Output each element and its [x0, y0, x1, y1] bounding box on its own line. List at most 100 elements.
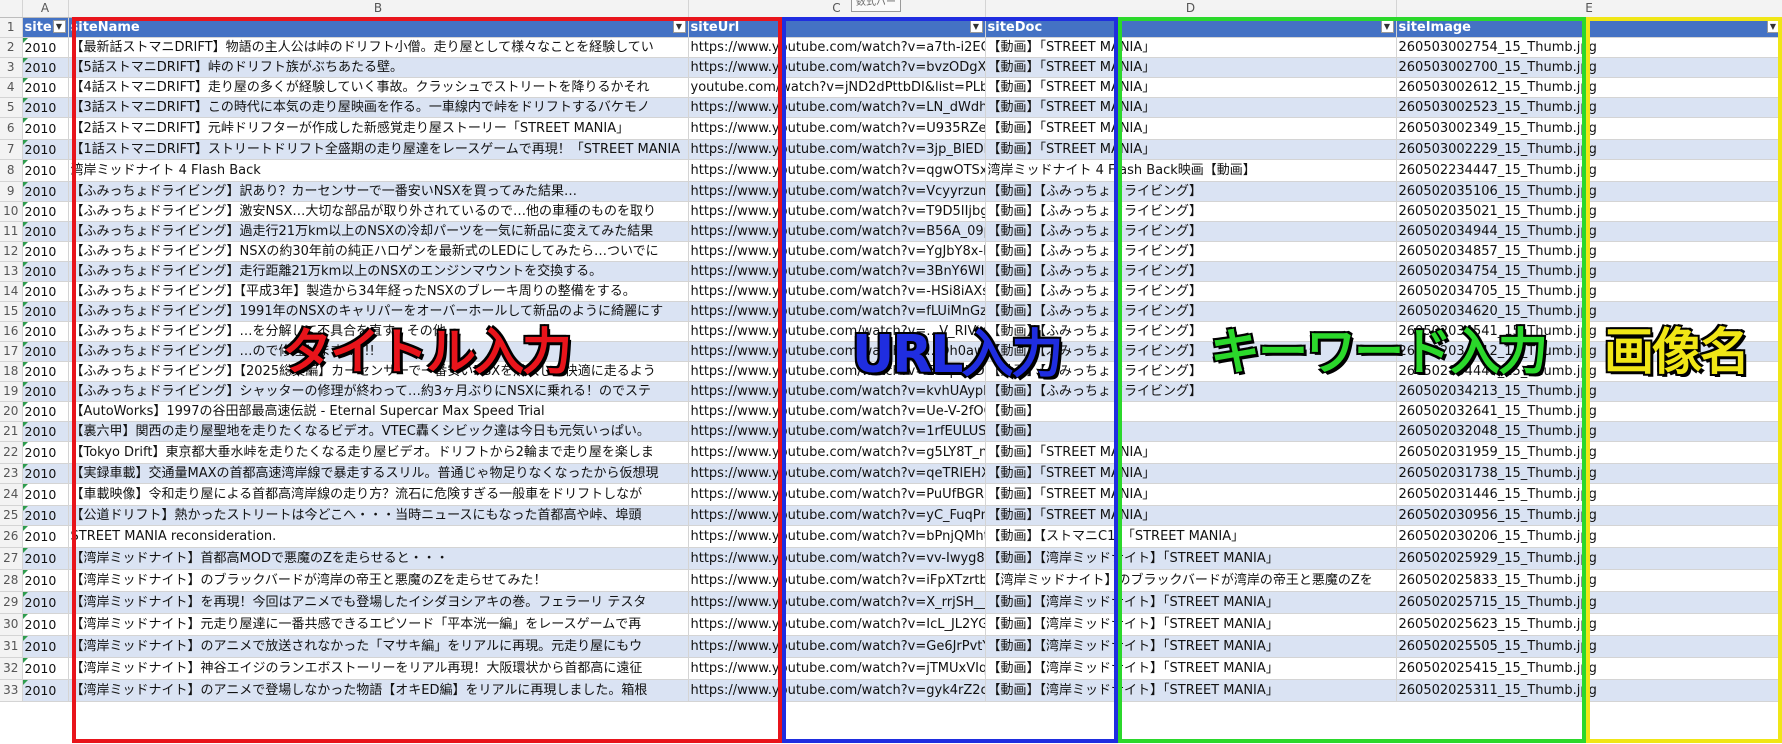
filter-dropdown-icon[interactable]: ▼ — [52, 20, 66, 33]
cell-siteUrl[interactable]: https://www.youtube.com/watch?v=3BnY6WlI… — [688, 261, 986, 282]
cell-siteDoc[interactable]: 【動画】【湾岸ミッドナイト】「STREET MANIA」 — [985, 679, 1397, 702]
cell-siteUrl[interactable]: https://www.youtube.com/watch?v=Ge6JrPvt… — [688, 635, 986, 658]
cell-siteUrl[interactable]: https://www.youtube.com/watch?v=qeTRlEHX… — [688, 463, 986, 484]
cell-siteName[interactable]: 【ふみっちょドライビング】…ので修理します!!!!!! — [68, 341, 689, 362]
cell-siteImage[interactable]: 260502032641_15_Thumb.jpg — [1396, 401, 1782, 422]
cell-siteUrl[interactable]: https://www.youtube.com/watch?v=Ue-V-2fO… — [688, 401, 986, 422]
cell-siteImage[interactable]: 260503002612_15_Thumb.jpg — [1396, 77, 1782, 98]
cell-siteUrl[interactable]: https://www.youtube.com/watch?v=Vcyyrzun… — [688, 181, 986, 202]
cell-siteN[interactable]: 2010 — [22, 181, 69, 202]
cell-siteImage[interactable]: 260502030956_15_Thumb.jpg — [1396, 505, 1782, 526]
cell-siteImage[interactable]: 260502025505_15_Thumb.jpg — [1396, 635, 1782, 658]
cell-siteDoc[interactable]: 【動画】「STREET MANIA」 — [985, 505, 1397, 526]
row-number[interactable]: 15 — [0, 301, 23, 322]
cell-siteN[interactable]: 2010 — [22, 201, 69, 222]
row-number[interactable]: 21 — [0, 421, 23, 442]
cell-siteImage[interactable]: 260502025833_15_Thumb.jpg — [1396, 569, 1782, 592]
cell-siteImage[interactable]: 260502234447_15_Thumb.jpg — [1396, 159, 1782, 182]
cell-siteName[interactable]: 【Tokyo Drift】東京都大垂水峠を走りたくなる走り屋ビデオ。ドリフトから… — [68, 441, 689, 464]
cell-siteImage[interactable]: 260502034857_15_Thumb.jpg — [1396, 241, 1782, 262]
cell-siteUrl[interactable]: https://www.youtube.com/watch?v=IcL_JL2Y… — [688, 613, 986, 636]
cell-siteName[interactable]: 【湾岸ミッドナイト】のブラックバードが湾岸の帝王と悪魔のZを走らせてみた！ — [68, 569, 689, 592]
row-number[interactable]: 3 — [0, 57, 23, 78]
row-number[interactable]: 16 — [0, 321, 23, 342]
cell-siteImage[interactable]: 260502034512_15_Thumb.jpg — [1396, 341, 1782, 362]
row-number[interactable]: 6 — [0, 117, 23, 140]
cell-siteN[interactable]: 2010 — [22, 381, 69, 402]
header-siteName[interactable]: siteName ▼ — [68, 17, 689, 38]
cell-siteN[interactable]: 2010 — [22, 657, 69, 680]
row-number[interactable]: 11 — [0, 221, 23, 242]
cell-siteN[interactable]: 2010 — [22, 77, 69, 98]
cell-siteN[interactable]: 2010 — [22, 361, 69, 382]
cell-siteDoc[interactable]: 【動画】【ふみっちょドライビング】 — [985, 221, 1397, 242]
cell-siteDoc[interactable]: 【動画】【湾岸ミッドナイト】「STREET MANIA」 — [985, 591, 1397, 614]
cell-siteUrl[interactable]: https://www.youtube.com/watch?v=1rfEULUS… — [688, 421, 986, 442]
cell-siteDoc[interactable]: 【動画】「STREET MANIA」 — [985, 441, 1397, 464]
column-letter-a[interactable]: A — [22, 0, 69, 18]
cell-siteUrl[interactable]: https://www.youtube.com/watch?v=iFpXTzrt… — [688, 569, 986, 592]
cell-siteN[interactable]: 2010 — [22, 401, 69, 422]
cell-siteName[interactable]: 【4話ストマニDRIFT】走り屋の多くが経験していく事故。クラッシュでストリート… — [68, 77, 689, 98]
cell-siteName[interactable]: 【ふみっちょドライビング】激安NSX…大切な部品が取り外されているので…他の車種… — [68, 201, 689, 222]
cell-siteImage[interactable]: 260502031738_15_Thumb.jpg — [1396, 463, 1782, 484]
cell-siteName[interactable]: 【裏六甲】関西の走り屋聖地を走りたくなるビデオ。VTEC轟くシビック達は今日も元… — [68, 421, 689, 442]
row-number[interactable]: 7 — [0, 139, 23, 160]
cell-siteN[interactable]: 2010 — [22, 37, 69, 58]
cell-siteName[interactable]: 【ふみっちょドライビング】1991年のNSXのキャリパーをオーバーホールして新品… — [68, 301, 689, 322]
cell-siteName[interactable]: 【3話ストマニDRIFT】この時代に本気の走り屋映画を作る。一車線内で峠をドリフ… — [68, 97, 689, 118]
row-number[interactable]: 13 — [0, 261, 23, 282]
row-number[interactable]: 17 — [0, 341, 23, 362]
row-number[interactable]: 8 — [0, 159, 23, 182]
row-number[interactable]: 33 — [0, 679, 23, 702]
cell-siteImage[interactable]: 260503002349_15_Thumb.jpg — [1396, 117, 1782, 140]
cell-siteUrl[interactable]: https://www.youtube.com/watch?v=fLUiMnGz… — [688, 301, 986, 322]
cell-siteDoc[interactable]: 【動画】【湾岸ミッドナイト】「STREET MANIA」 — [985, 547, 1397, 570]
cell-siteImage[interactable]: 260502025311_15_Thumb.jpg — [1396, 679, 1782, 702]
row-number[interactable]: 29 — [0, 591, 23, 614]
cell-siteImage[interactable]: 260502025623_15_Thumb.jpg — [1396, 613, 1782, 636]
cell-siteName[interactable]: 【湾岸ミッドナイト】神谷エイジのランエボストーリーをリアル再現！大阪環状から首都… — [68, 657, 689, 680]
cell-siteDoc[interactable]: 湾岸ミッドナイト 4 Flash Back映画【動画】 — [985, 159, 1397, 182]
column-letter-c[interactable]: C — [688, 0, 986, 18]
row-number[interactable]: 14 — [0, 281, 23, 302]
cell-siteN[interactable]: 2010 — [22, 301, 69, 322]
cell-siteDoc[interactable]: 【動画】【ふみっちょドライビング】 — [985, 261, 1397, 282]
filter-dropdown-icon[interactable]: ▼ — [1766, 20, 1780, 33]
cell-siteDoc[interactable]: 【動画】【湾岸ミッドナイト】「STREET MANIA」 — [985, 613, 1397, 636]
row-number[interactable]: 28 — [0, 569, 23, 592]
cell-siteN[interactable]: 2010 — [22, 635, 69, 658]
cell-siteN[interactable]: 2010 — [22, 613, 69, 636]
cell-siteImage[interactable]: 260502034754_15_Thumb.jpg — [1396, 261, 1782, 282]
cell-siteImage[interactable]: 260502025929_15_Thumb.jpg — [1396, 547, 1782, 570]
cell-siteN[interactable]: 2010 — [22, 97, 69, 118]
cell-siteDoc[interactable]: 【動画】「STREET MANIA」 — [985, 97, 1397, 118]
cell-siteUrl[interactable]: https://www.youtube.com/watch?v=3jp_BlED… — [688, 139, 986, 160]
cell-siteName[interactable]: 【2話ストマニDRIFT】元峠ドリフターが作成した新感覚走り屋ストーリー「STR… — [68, 117, 689, 140]
cell-siteN[interactable]: 2010 — [22, 547, 69, 570]
cell-siteUrl[interactable]: https://www.youtube.com/watch?v=PuUfBGRN… — [688, 483, 986, 506]
cell-siteDoc[interactable]: 【動画】【ふみっちょドライビング】 — [985, 201, 1397, 222]
filter-dropdown-icon[interactable]: ▼ — [969, 20, 983, 33]
cell-siteName[interactable]: 【ふみっちょドライビング】【2025総集編】カーセンサーで一番安いNSXを購入し… — [68, 361, 689, 382]
cell-siteName[interactable]: 【湾岸ミッドナイト】首都高MODで悪魔のZを走らせると・・・ — [68, 547, 689, 570]
row-number[interactable]: 24 — [0, 483, 23, 506]
cell-siteName[interactable]: 【ふみっちょドライビング】NSXの約30年前の純正ハロゲンを最新式のLEDにして… — [68, 241, 689, 262]
cell-siteImage[interactable]: 260502034705_15_Thumb.jpg — [1396, 281, 1782, 302]
cell-siteName[interactable]: 【1話ストマニDRIFT】ストリートドリフト全盛期の走り屋達をレースゲームで再現… — [68, 139, 689, 160]
cell-siteName[interactable]: 【ふみっちょドライビング】訳あり？カーセンサーで一番安いNSXを買ってみた結果… — [68, 181, 689, 202]
cell-siteDoc[interactable]: 【湾岸ミッドナイト】のブラックバードが湾岸の帝王と悪魔のZを — [985, 569, 1397, 592]
cell-siteImage[interactable]: 260503002523_15_Thumb.jpg — [1396, 97, 1782, 118]
cell-siteN[interactable]: 2010 — [22, 591, 69, 614]
row-number[interactable]: 18 — [0, 361, 23, 382]
select-all-corner[interactable] — [0, 0, 23, 18]
cell-siteUrl[interactable]: https://www.youtube.com/watch?v=jTMUxVIq… — [688, 657, 986, 680]
cell-siteN[interactable]: 2010 — [22, 679, 69, 702]
cell-siteUrl[interactable]: https://www.youtube.com/watch?v=bvzODgXr… — [688, 57, 986, 78]
cell-siteDoc[interactable]: 【動画】「STREET MANIA」 — [985, 37, 1397, 58]
cell-siteN[interactable]: 2010 — [22, 261, 69, 282]
cell-siteN[interactable]: 2010 — [22, 421, 69, 442]
cell-siteImage[interactable]: 260502031446_15_Thumb.jpg — [1396, 483, 1782, 506]
row-number[interactable]: 5 — [0, 97, 23, 118]
cell-siteImage[interactable]: 260502034213_15_Thumb.jpg — [1396, 381, 1782, 402]
